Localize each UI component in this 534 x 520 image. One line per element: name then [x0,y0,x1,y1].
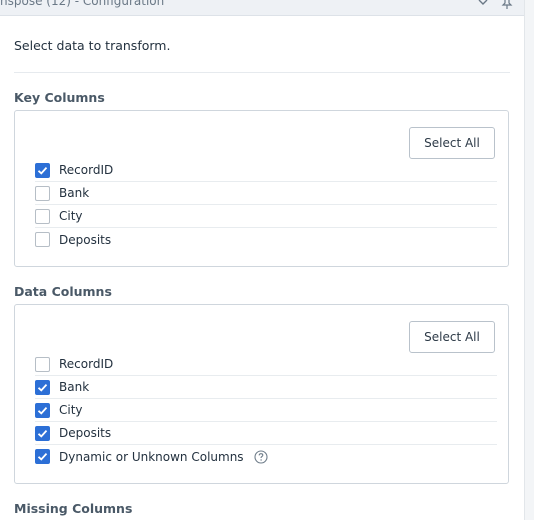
checkbox-label: Bank [59,186,90,200]
checkbox[interactable] [35,356,50,372]
checkmark-icon [37,452,48,461]
checkmark-icon [37,406,48,415]
data-column-row-city[interactable]: City [35,399,497,422]
checkmark-icon [37,166,48,175]
key-column-row-bank[interactable]: Bank [35,182,497,205]
key-columns-select-all-button[interactable]: Select All [409,127,495,159]
key-column-row-deposits[interactable]: Deposits [35,228,497,251]
intro-text: Select data to transform. [14,38,171,53]
help-circle-icon[interactable] [254,449,268,464]
divider [14,72,510,73]
checkbox-label: Bank [59,380,90,394]
data-column-row-bank[interactable]: Bank [35,376,497,399]
checkmark-icon [37,383,48,392]
checkbox[interactable] [35,449,50,464]
window-title: nspose (12) - Configuration [0,0,165,8]
checkbox[interactable] [35,425,50,441]
chevron-down-icon[interactable] [476,0,490,10]
checkmark-icon [37,429,48,438]
checkbox-label: Deposits [59,426,112,440]
key-columns-panel: Select All RecordID Bank City Deposits [14,110,509,267]
vertical-scrollbar[interactable] [524,0,534,520]
key-column-row-recordid[interactable]: RecordID [35,159,497,182]
checkbox[interactable] [35,402,50,418]
data-columns-title: Data Columns [14,284,112,299]
key-columns-title: Key Columns [14,90,105,105]
pin-icon[interactable] [500,0,514,10]
data-column-row-dynamic[interactable]: Dynamic or Unknown Columns [35,445,497,468]
data-column-row-recordid[interactable]: RecordID [35,353,497,376]
checkbox-label: City [59,403,83,417]
checkbox[interactable] [35,232,50,247]
checkbox-label: City [59,209,83,223]
checkbox[interactable] [35,379,50,395]
window-titlebar: nspose (12) - Configuration [0,0,524,16]
data-columns-select-all-button[interactable]: Select All [409,321,495,353]
key-column-row-city[interactable]: City [35,205,497,228]
checkbox-label: Deposits [59,232,112,247]
checkbox[interactable] [35,185,50,201]
missing-columns-title: Missing Columns [14,501,133,516]
checkbox-label: RecordID [59,163,114,177]
checkbox-label: Dynamic or Unknown Columns [59,449,244,464]
checkbox[interactable] [35,208,50,224]
checkbox-label: RecordID [59,357,114,371]
data-column-row-deposits[interactable]: Deposits [35,422,497,445]
checkbox[interactable] [35,162,50,178]
data-columns-panel: Select All RecordID Bank City Deposits D… [14,304,509,484]
